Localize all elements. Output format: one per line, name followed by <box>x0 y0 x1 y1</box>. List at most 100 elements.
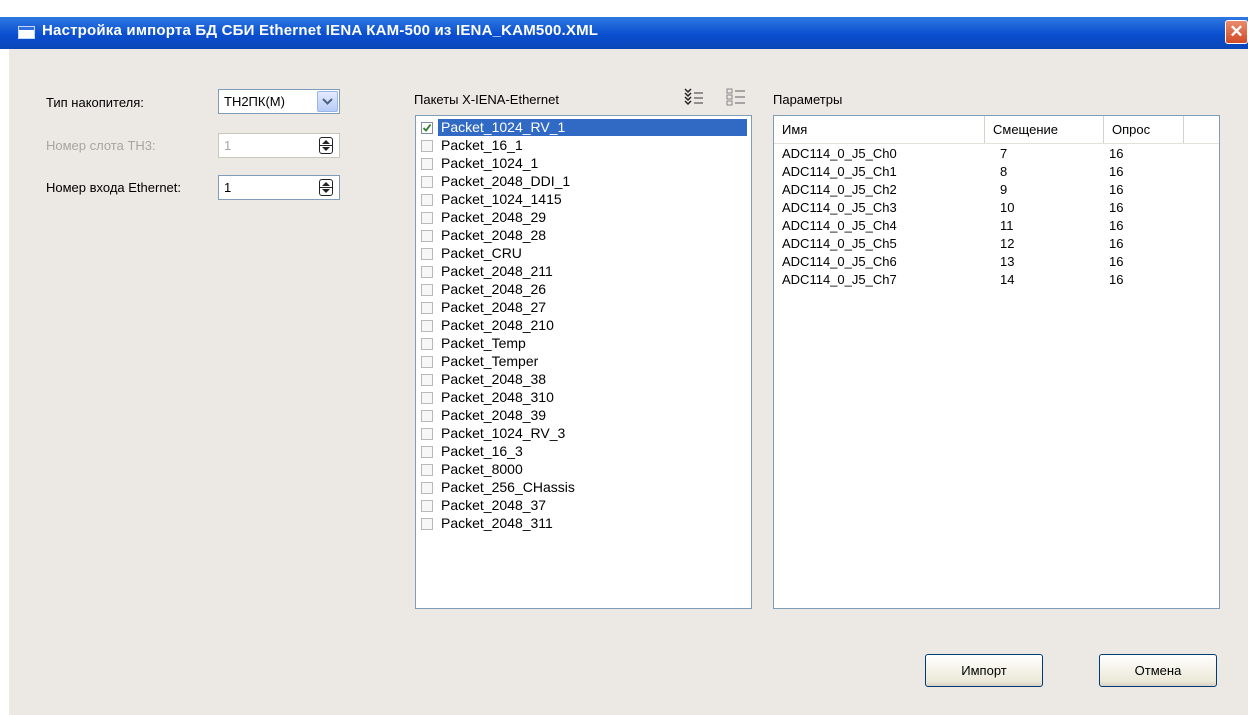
packet-checkbox[interactable] <box>421 356 433 368</box>
packet-checkbox[interactable] <box>421 320 433 332</box>
packet-label: Packet_2048_211 <box>441 263 553 279</box>
import-dialog: Настройка импорта БД СБИ Ethernet IENA К… <box>0 0 1248 715</box>
list-item[interactable]: Packet_CRU <box>420 245 750 263</box>
spin-arrows-icon <box>319 137 333 154</box>
list-item[interactable]: Packet_2048_311 <box>420 515 750 533</box>
packet-label: Packet_Temper <box>441 353 539 369</box>
packets-list[interactable]: Packet_1024_RV_1 Packet_16_1 Packet_1024_1… <box>415 115 752 609</box>
storage-type-value: ТН2ПК(М) <box>224 94 285 109</box>
packet-checkbox[interactable] <box>421 302 433 314</box>
list-item[interactable]: Packet_2048_DDI_1 <box>420 173 750 191</box>
param-offset-cell: 8 <box>1000 164 1008 179</box>
packet-label: Packet_2048_DDI_1 <box>441 173 571 189</box>
packet-label: Packet_1024_RV_3 <box>441 425 566 441</box>
window-icon <box>18 26 35 39</box>
packet-label: Packet_2048_39 <box>441 407 547 423</box>
list-item[interactable]: Packet_2048_210 <box>420 317 750 335</box>
packet-checkbox[interactable] <box>421 284 433 296</box>
param-name-cell: ADC114_0_J5_Ch3 <box>782 200 897 215</box>
list-item[interactable]: Packet_2048_26 <box>420 281 750 299</box>
packet-label: Packet_8000 <box>441 461 523 477</box>
list-item[interactable]: Packet_8000 <box>420 461 750 479</box>
list-item[interactable]: Packet_1024_RV_3 <box>420 425 750 443</box>
param-offset-cell: 12 <box>1000 236 1015 251</box>
list-item[interactable]: Packet_2048_211 <box>420 263 750 281</box>
packet-checkbox[interactable] <box>421 428 433 440</box>
close-button[interactable]: ✕ <box>1225 20 1248 44</box>
ethernet-input-spinbox[interactable]: 1 <box>218 175 340 200</box>
param-poll-cell: 16 <box>1109 272 1124 287</box>
param-offset-cell: 10 <box>1000 200 1015 215</box>
packet-checkbox[interactable] <box>421 500 433 512</box>
packet-checkbox[interactable] <box>421 230 433 242</box>
import-button[interactable]: Импорт <box>925 654 1043 687</box>
table-header: Имя Смещение Опрос <box>774 116 1219 144</box>
column-header-poll[interactable]: Опрос <box>1104 116 1184 143</box>
packet-checkbox[interactable] <box>421 212 433 224</box>
packet-label: Packet_2048_26 <box>441 281 547 297</box>
packet-checkbox[interactable] <box>421 482 433 494</box>
param-poll-cell: 16 <box>1109 236 1124 251</box>
param-offset-cell: 11 <box>1000 218 1014 233</box>
check-all-icon[interactable] <box>684 87 703 106</box>
param-poll-cell: 16 <box>1109 146 1124 161</box>
params-table[interactable]: Имя Смещение Опрос ADC114_0_J5_Ch0 7 16 ADC… <box>773 115 1220 609</box>
list-item[interactable]: Packet_256_CHassis <box>420 479 750 497</box>
packet-checkbox[interactable] <box>421 410 433 422</box>
packet-checkbox[interactable] <box>421 518 433 530</box>
uncheck-all-icon[interactable] <box>726 87 745 106</box>
packet-checkbox[interactable] <box>421 158 433 170</box>
ethernet-input-label: Номер входа Ethernet: <box>46 180 182 195</box>
packet-checkbox[interactable] <box>421 248 433 260</box>
packet-checkbox[interactable] <box>421 446 433 458</box>
list-item[interactable]: Packet_2048_29 <box>420 209 750 227</box>
list-item[interactable]: Packet_2048_28 <box>420 227 750 245</box>
packet-checkbox[interactable] <box>421 194 433 206</box>
list-item[interactable]: Packet_2048_27 <box>420 299 750 317</box>
list-item[interactable]: Packet_2048_38 <box>420 371 750 389</box>
packet-label: Packet_2048_310 <box>441 389 554 405</box>
packet-checkbox[interactable] <box>421 176 433 188</box>
cancel-button[interactable]: Отмена <box>1099 654 1217 687</box>
packet-checkbox[interactable] <box>421 374 433 386</box>
list-item[interactable]: Packet_Temper <box>420 353 750 371</box>
packet-checkbox[interactable] <box>421 266 433 278</box>
column-header-offset[interactable]: Смещение <box>985 116 1104 143</box>
packet-label: Packet_16_1 <box>441 137 523 153</box>
packet-label: Packet_1024_RV_1 <box>438 119 747 136</box>
list-item[interactable]: Packet_1024_1415 <box>420 191 750 209</box>
packet-checkbox[interactable] <box>421 338 433 350</box>
slot-number-value: 1 <box>224 138 232 153</box>
spin-arrows-icon[interactable] <box>319 179 333 196</box>
param-name-cell: ADC114_0_J5_Ch6 <box>782 254 897 269</box>
window-title: Настройка импорта БД СБИ Ethernet IENA К… <box>42 22 599 39</box>
param-name-cell: ADC114_0_J5_Ch5 <box>782 236 897 251</box>
chevron-down-icon[interactable] <box>317 91 338 112</box>
packet-label: Packet_Temp <box>441 335 526 351</box>
param-name-cell: ADC114_0_J5_Ch7 <box>782 272 897 287</box>
storage-type-label: Тип накопителя: <box>46 95 144 110</box>
packet-label: Packet_2048_27 <box>441 299 547 315</box>
packet-checkbox[interactable] <box>421 122 433 134</box>
packet-checkbox[interactable] <box>421 392 433 404</box>
list-item[interactable]: Packet_2048_37 <box>420 497 750 515</box>
packet-label: Packet_1024_1415 <box>441 191 562 207</box>
packet-label: Packet_2048_37 <box>441 497 547 513</box>
list-item[interactable]: Packet_1024_1 <box>420 155 750 173</box>
column-header-name[interactable]: Имя <box>774 116 985 143</box>
packet-checkbox[interactable] <box>421 140 433 152</box>
list-item[interactable]: Packet_2048_310 <box>420 389 750 407</box>
packet-label: Packet_2048_29 <box>441 209 547 225</box>
packet-checkbox[interactable] <box>421 464 433 476</box>
list-item[interactable]: Packet_Temp <box>420 335 750 353</box>
packet-label: Packet_256_CHassis <box>441 479 575 495</box>
list-item[interactable]: Packet_1024_RV_1 <box>420 119 750 137</box>
list-item[interactable]: Packet_16_3 <box>420 443 750 461</box>
list-item[interactable]: Packet_2048_39 <box>420 407 750 425</box>
param-name-cell: ADC114_0_J5_Ch0 <box>782 146 897 161</box>
param-poll-cell: 16 <box>1109 200 1124 215</box>
list-item[interactable]: Packet_16_1 <box>420 137 750 155</box>
param-offset-cell: 9 <box>1000 182 1008 197</box>
storage-type-combo[interactable]: ТН2ПК(М) <box>218 89 340 114</box>
param-poll-cell: 16 <box>1109 218 1124 233</box>
